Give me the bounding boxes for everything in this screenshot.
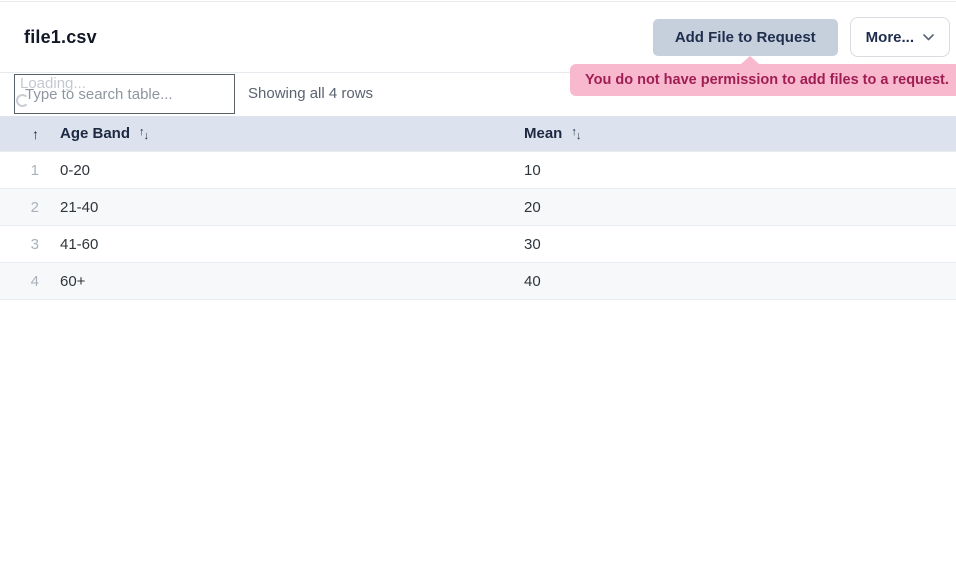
column-header-mean[interactable]: Mean ↑↓ [510, 125, 956, 142]
row-index: 4 [0, 273, 48, 290]
row-index: 3 [0, 236, 48, 253]
data-table: ↑ Age Band ↑↓ Mean ↑↓ 1 0-20 10 2 21-40 … [0, 116, 956, 300]
cell-age-band: 60+ [48, 273, 510, 290]
table-row: 2 21-40 20 [0, 188, 956, 225]
cell-mean: 10 [510, 162, 956, 179]
row-index: 2 [0, 199, 48, 216]
table-row: 4 60+ 40 [0, 262, 956, 299]
more-button[interactable]: More... [850, 17, 950, 57]
search-input[interactable] [14, 74, 235, 114]
column-header-index[interactable]: ↑ [0, 126, 48, 142]
tooltip-arrow [741, 56, 759, 64]
row-count-status: Showing all 4 rows [248, 73, 373, 115]
cell-age-band: 21-40 [48, 199, 510, 216]
cell-mean: 40 [510, 273, 956, 290]
column-header-age-band[interactable]: Age Band ↑↓ [48, 125, 510, 142]
file-viewer-page: file1.csv Add File to Request More... Yo… [0, 0, 956, 575]
page-header: file1.csv Add File to Request More... [0, 2, 956, 72]
more-button-label: More... [866, 29, 914, 46]
cell-mean: 20 [510, 199, 956, 216]
permission-denied-tooltip: You do not have permission to add files … [570, 64, 956, 96]
table-header-row: ↑ Age Band ↑↓ Mean ↑↓ [0, 116, 956, 151]
tooltip-text: You do not have permission to add files … [585, 72, 949, 88]
sort-toggle-icon: ↑↓ [571, 128, 581, 140]
add-file-to-request-button[interactable]: Add File to Request [653, 19, 838, 56]
table-row: 1 0-20 10 [0, 151, 956, 188]
chevron-down-icon [923, 34, 934, 41]
column-header-label: Mean [524, 125, 562, 142]
table-row: 3 41-60 30 [0, 225, 956, 262]
cell-age-band: 0-20 [48, 162, 510, 179]
sort-toggle-icon: ↑↓ [139, 128, 149, 140]
cell-mean: 30 [510, 236, 956, 253]
sort-ascending-icon: ↑ [32, 126, 39, 142]
column-header-label: Age Band [60, 125, 130, 142]
row-index: 1 [0, 162, 48, 179]
page-title: file1.csv [24, 27, 97, 48]
cell-age-band: 41-60 [48, 236, 510, 253]
